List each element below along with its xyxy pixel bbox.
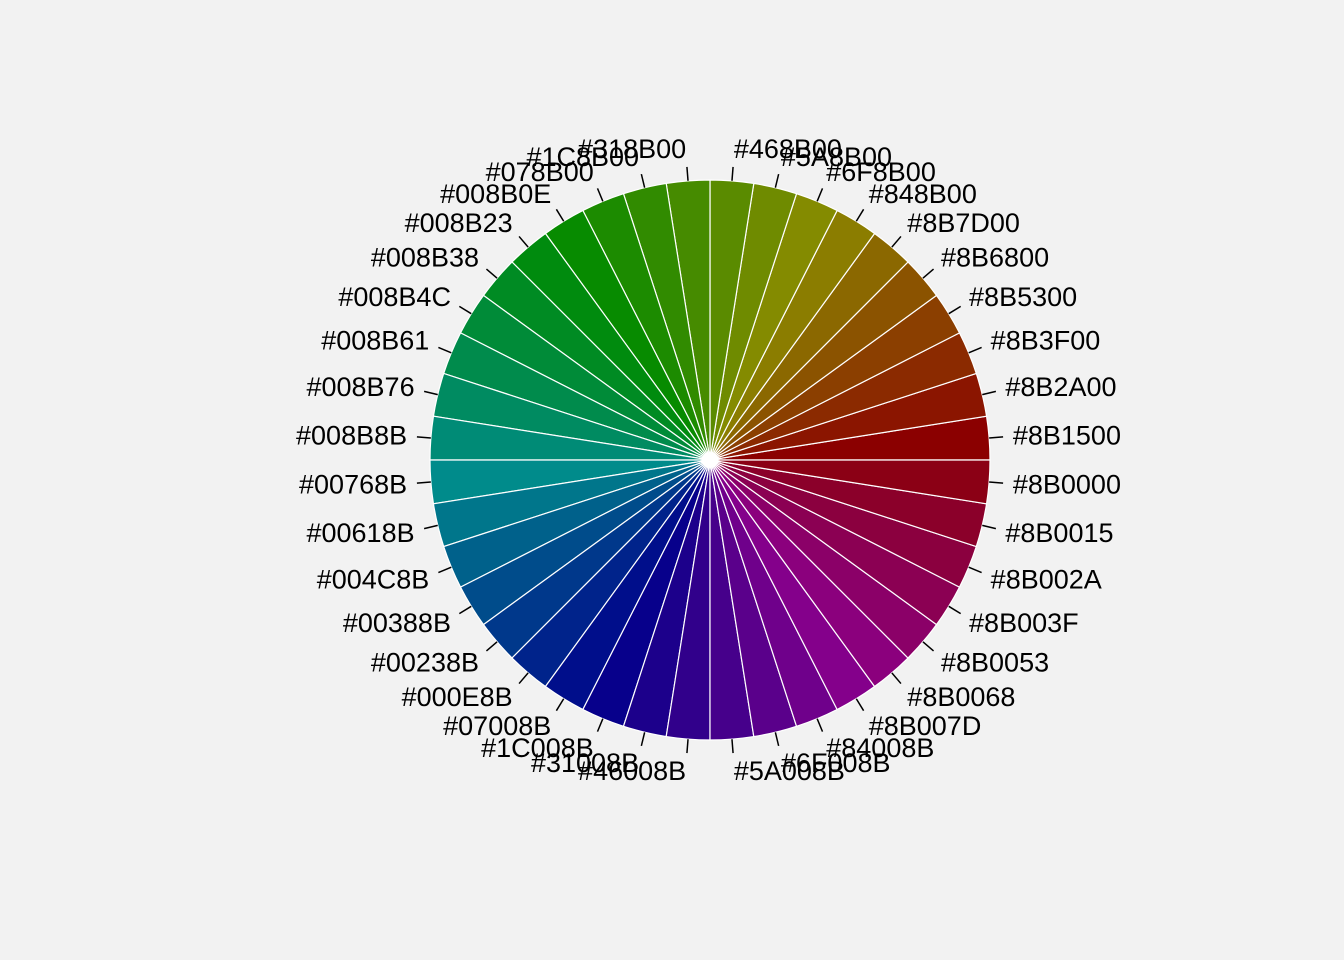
- slice-label: #008B38: [371, 242, 479, 272]
- slice-label: #008B0E: [440, 179, 551, 209]
- slice-label-tick: [423, 524, 438, 530]
- slice-label: #8B5300: [969, 282, 1077, 312]
- slice-label-tick: [989, 436, 1004, 439]
- slice-label-tick: [458, 305, 472, 315]
- slice-label: #8B007D: [869, 711, 982, 741]
- slice-label: #00388B: [343, 608, 451, 638]
- slice-label: #00768B: [299, 469, 407, 499]
- slice-label-tick: [816, 188, 824, 202]
- slice-label: #000E8B: [402, 682, 513, 712]
- slice-label: #004C8B: [317, 564, 430, 594]
- pie-chart: #8B1500 #8B2A00 #8B3F00 #8B5300 #8B6800 #8B7D…: [0, 0, 1344, 960]
- slice-label-tick: [891, 235, 902, 248]
- slice-label-tick: [948, 305, 962, 315]
- slice-label-tick: [891, 672, 902, 685]
- slice-label-tick: [922, 641, 935, 652]
- slice-label: #00238B: [371, 648, 479, 678]
- slice-label-tick: [968, 346, 982, 354]
- slice-label: #8B0068: [907, 682, 1015, 712]
- pie-chart-svg: #8B1500 #8B2A00 #8B3F00 #8B5300 #8B6800 #8B7D…: [296, 134, 1121, 786]
- slice-label-tick: [774, 173, 780, 188]
- slice-label-tick: [640, 173, 646, 188]
- slice-label-tick: [596, 188, 604, 202]
- slice-label: #8B0015: [1005, 518, 1113, 548]
- slice-label-tick: [922, 268, 935, 279]
- slice-label-tick: [968, 566, 982, 574]
- slice-label-tick: [982, 390, 997, 396]
- slice-label: #8B0000: [1013, 469, 1121, 499]
- slice-label-tick: [948, 605, 962, 615]
- slice-label-tick: [989, 481, 1004, 484]
- slice-label-tick: [774, 732, 780, 747]
- slice-label-tick: [855, 698, 865, 712]
- slice-label-tick: [596, 718, 604, 732]
- slice-label-tick: [555, 698, 565, 712]
- slice-label: #8B6800: [941, 242, 1049, 272]
- slice-label: #8B1500: [1013, 421, 1121, 451]
- slice-label-tick: [518, 672, 529, 685]
- slice-label-tick: [423, 390, 438, 396]
- slice-label: #8B0053: [941, 648, 1049, 678]
- slice-label: #8B2A00: [1005, 372, 1116, 402]
- slice-label: #46008B: [578, 756, 686, 786]
- slice-label: #00618B: [306, 518, 414, 548]
- slice-label: #008B23: [405, 208, 513, 238]
- slice-label: #008B61: [321, 326, 429, 356]
- slice-label-tick: [438, 346, 452, 354]
- slice-label-tick: [686, 739, 689, 754]
- slice-label-tick: [485, 641, 498, 652]
- slice-label: #8B7D00: [907, 208, 1020, 238]
- slice-label: #8B003F: [969, 608, 1079, 638]
- slice-label-tick: [640, 732, 646, 747]
- slices-layer: [429, 179, 991, 741]
- slice-label: #008B4C: [338, 282, 451, 312]
- slice-label: #008B76: [306, 372, 414, 402]
- slice-label-tick: [982, 524, 997, 530]
- slice-label-tick: [458, 605, 472, 615]
- slice-label-tick: [686, 166, 689, 181]
- slice-label-tick: [518, 235, 529, 248]
- slice-label-tick: [416, 436, 431, 439]
- slice-label: #8B3F00: [991, 326, 1101, 356]
- slice-label: #008B8B: [296, 421, 407, 451]
- slice-label-tick: [438, 566, 452, 574]
- slice-label-tick: [416, 481, 431, 484]
- slice-label: #468B00: [734, 134, 842, 164]
- slice-label-tick: [816, 718, 824, 732]
- slice-label-tick: [485, 268, 498, 279]
- slice-label-tick: [555, 208, 565, 222]
- slice-label-tick: [731, 739, 734, 754]
- slice-label-tick: [855, 208, 865, 222]
- slice-label: #8B002A: [991, 564, 1102, 594]
- slice-label-tick: [731, 166, 734, 181]
